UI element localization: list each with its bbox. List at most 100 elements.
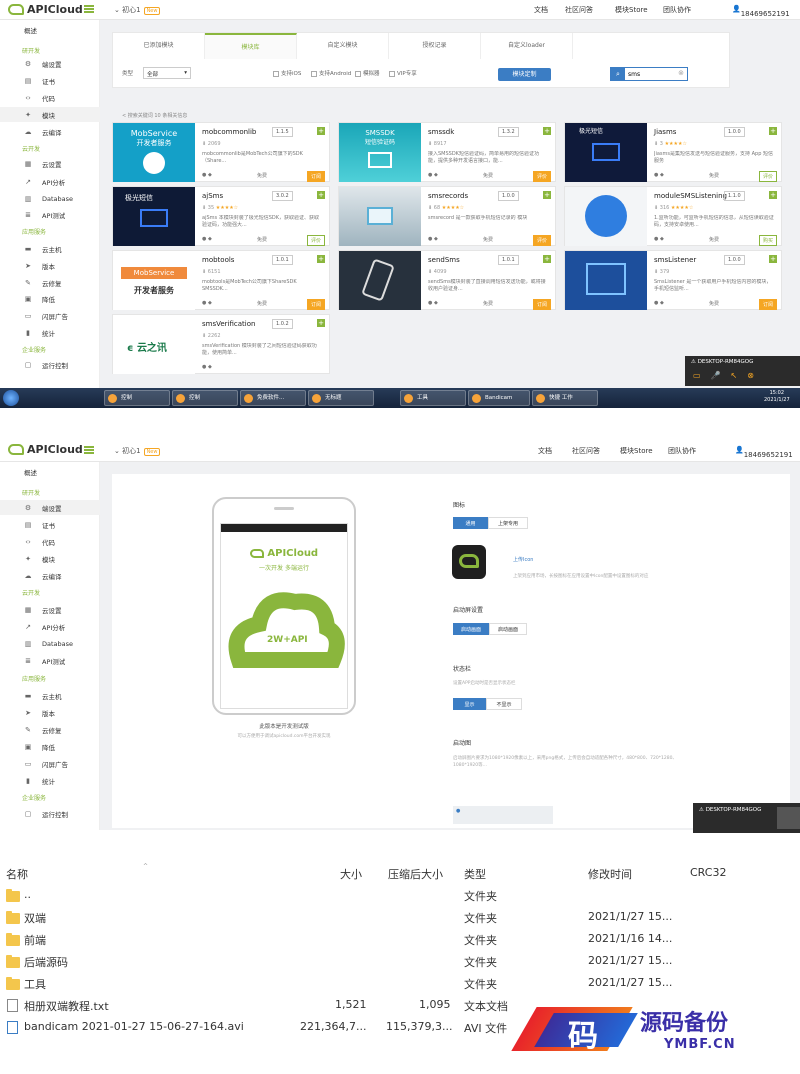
nav-community[interactable]: 社区问答	[572, 446, 600, 456]
search-input[interactable]	[628, 69, 674, 79]
sidebar-item-code[interactable]: ‹› 代码	[0, 90, 100, 105]
sidebar-item-modules[interactable]: ✦ 模块	[0, 107, 100, 122]
pay-button[interactable]: 购买	[758, 235, 777, 246]
taskbar-item[interactable]: 无标题	[308, 390, 374, 406]
checkbox-simulator[interactable]: 模拟器	[355, 69, 380, 77]
sidebar-item-overview[interactable]: 概述	[0, 22, 100, 37]
sidebar-item-cert[interactable]: ▤ 证书	[0, 517, 100, 532]
add-module-button[interactable]: +	[543, 191, 551, 199]
add-module-button[interactable]: +	[317, 319, 325, 327]
taskbar-item[interactable]: Bandicam	[468, 390, 530, 406]
menu-icon[interactable]	[84, 446, 94, 454]
version-select[interactable]: 1.0.0	[724, 255, 745, 265]
col-size[interactable]: 大小	[340, 866, 362, 882]
start-icon[interactable]	[3, 390, 19, 406]
clock[interactable]: 15:02 2021/1/27	[764, 390, 790, 404]
pay-button[interactable]: 评价	[306, 235, 325, 246]
module-card[interactable]: MobService 开发者服务 mobtools 1.0.1 + ⬇ 6151 …	[112, 250, 330, 310]
sidebar-item-stats[interactable]: ▮ 统计	[0, 325, 100, 340]
sidebar-item-reduce[interactable]: ▣ 降低	[0, 739, 100, 754]
sidebar-item-settings[interactable]: ⚙ 端设置	[0, 56, 100, 71]
sidebar-item-stats[interactable]: ▮ 统计	[0, 773, 100, 788]
version-select[interactable]: 1.0.1	[498, 255, 519, 265]
tab-custom-modules[interactable]: 自定义模块	[297, 33, 389, 59]
search-icon[interactable]: ⌕	[611, 68, 625, 80]
menu-icon[interactable]	[84, 5, 94, 13]
taskbar-item[interactable]: 免费软件...	[240, 390, 306, 406]
sidebar-item-cloud-settings[interactable]: ▦ 云设置	[0, 156, 100, 171]
version-select[interactable]: 3.0.2	[272, 191, 293, 201]
taskbar-item[interactable]: 控制	[172, 390, 238, 406]
module-card[interactable]: smsListener 1.0.0 + ⬇ 379 SmsListener 是一…	[564, 250, 782, 310]
sidebar-item-cert[interactable]: ▤ 证书	[0, 73, 100, 88]
add-module-button[interactable]: +	[543, 127, 551, 135]
sidebar-item-api-test[interactable]: ≣ API测试	[0, 207, 100, 222]
module-card[interactable]: sendSms 1.0.1 + ⬇ 4099 sendSms模块封装了直接调用短…	[338, 250, 556, 310]
tab-added-modules[interactable]: 已添加模块	[113, 33, 205, 59]
taskbar-item[interactable]: 快捷 工作	[532, 390, 598, 406]
nav-docs[interactable]: 文档	[534, 5, 548, 15]
pay-button[interactable]: 订阅	[532, 299, 551, 310]
nav-community[interactable]: 社区问答	[565, 5, 593, 15]
project-selector[interactable]: ⌄ 初心1 New	[114, 5, 161, 15]
apicloud-logo[interactable]: APICloud	[8, 3, 83, 16]
bandicam-widget[interactable]: ⚠ DESKTOP-RM84GOG	[693, 803, 800, 833]
tab-custom-loader[interactable]: 自定义loader	[481, 33, 573, 59]
module-card[interactable]: SMSSDK 短信验证码 smssdk 1.3.2 + ⬇ 8917 接入SMSS…	[338, 122, 556, 182]
tab-module-library[interactable]: 模块库	[205, 33, 297, 59]
table-row[interactable]: 前端 文件夹 2021/1/16 14...	[0, 930, 800, 951]
pay-button[interactable]: 评价	[758, 171, 777, 182]
sidebar-item-run-control[interactable]: ▢ 运行控制	[0, 357, 100, 372]
version-select[interactable]: 1.1.5	[272, 127, 293, 137]
col-packed[interactable]: 压缩后大小	[388, 866, 443, 882]
sidebar-item-run-control[interactable]: ▢ 运行控制	[0, 806, 100, 821]
checkbox-ios[interactable]: 支持iOS	[273, 69, 301, 77]
splash-tab-a[interactable]: 启动画面	[453, 623, 489, 635]
add-module-button[interactable]: +	[769, 127, 777, 135]
sidebar-item-compile[interactable]: ☁ 云编译	[0, 124, 100, 139]
col-modified[interactable]: 修改时间	[588, 866, 632, 882]
nav-team[interactable]: 团队协作	[663, 5, 691, 15]
sidebar-item-settings[interactable]: ⚙ 端设置	[0, 500, 100, 515]
status-hide-tab[interactable]: 不显示	[486, 698, 522, 710]
taskbar-item[interactable]: 工具	[400, 390, 466, 406]
upload-icon-link[interactable]: 上传Icon	[513, 556, 533, 563]
status-show-tab[interactable]: 显示	[453, 698, 486, 710]
pay-button[interactable]: 订阅	[758, 299, 777, 310]
sidebar-item-api-analysis[interactable]: ↗ API分析	[0, 174, 100, 189]
add-module-button[interactable]: +	[769, 255, 777, 263]
module-card[interactable]: ϵ 云之讯 smsVerification 1.0.2 + ⬇ 2262 sms…	[112, 314, 330, 374]
bandicam-widget[interactable]: ⚠ DESKTOP-RM84GOG ▭🎤↖⊗	[685, 356, 800, 386]
sidebar-item-api-analysis[interactable]: ↗ API分析	[0, 619, 100, 634]
icon-store-tab[interactable]: 上架专用	[488, 517, 528, 529]
sidebar-item-version[interactable]: ➤ 版本	[0, 258, 100, 273]
col-type[interactable]: 类型	[464, 866, 486, 882]
clear-icon[interactable]: ⊗	[678, 69, 684, 77]
module-card[interactable]: smsrecords 1.0.0 + ⬇ 68 ★★★★☆ smsrecord …	[338, 186, 556, 246]
sidebar-item-database[interactable]: ▥ Database	[0, 636, 100, 651]
sidebar-item-splash-ads[interactable]: ▭ 闪屏广告	[0, 308, 100, 323]
search-box[interactable]: ⌕ ⊗	[610, 67, 688, 81]
module-card[interactable]: MobService 开发者服务 mobcommonlib 1.1.5 + ⬇ 2…	[112, 122, 330, 182]
table-row[interactable]: 工具 文件夹 2021/1/27 15...	[0, 974, 800, 995]
sidebar-item-overview[interactable]: 概述	[0, 464, 100, 479]
sidebar-item-api-test[interactable]: ≣ API测试	[0, 653, 100, 668]
add-module-button[interactable]: +	[317, 127, 325, 135]
play-icon[interactable]	[777, 807, 800, 829]
sidebar-item-host[interactable]: ▬ 云主机	[0, 688, 100, 703]
table-row[interactable]: .. 文件夹	[0, 886, 800, 907]
sidebar-item-code[interactable]: ‹› 代码	[0, 534, 100, 549]
sidebar-item-database[interactable]: ▥ Database	[0, 191, 100, 206]
bandicam-controls[interactable]: ▭🎤↖⊗	[693, 371, 764, 380]
sidebar-item-host[interactable]: ▬ 云主机	[0, 241, 100, 256]
col-crc[interactable]: CRC32	[690, 866, 726, 879]
sidebar-item-fix[interactable]: ✎ 云修复	[0, 722, 100, 737]
sidebar-item-modules[interactable]: ✦ 模块	[0, 551, 100, 566]
table-row[interactable]: 双端 文件夹 2021/1/27 15...	[0, 908, 800, 929]
sidebar-item-splash-ads[interactable]: ▭ 闪屏广告	[0, 756, 100, 771]
user-phone[interactable]: 👤 18469652191	[732, 5, 790, 18]
sidebar-item-compile[interactable]: ☁ 云编译	[0, 568, 100, 583]
nav-team[interactable]: 团队协作	[668, 446, 696, 456]
module-card[interactable]: 极光短信 Jiasms 1.0.0 + ⬇ 3 ★★★★☆ Jiasms是集短信…	[564, 122, 782, 182]
module-card[interactable]: 极光短信 ajSms 3.0.2 + ⬇ 35 ★★★★☆ ajSms 本模块封…	[112, 186, 330, 246]
